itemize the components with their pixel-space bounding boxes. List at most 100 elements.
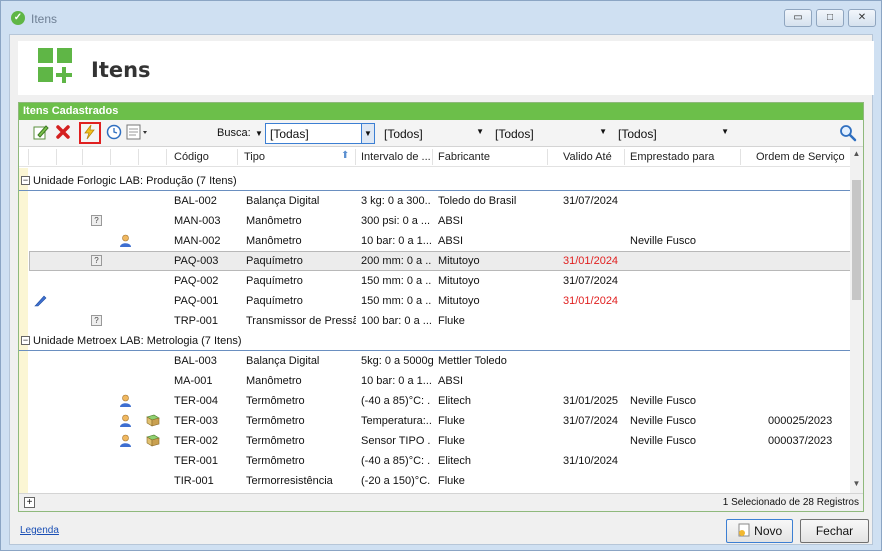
table-row[interactable]: BAL-002 Balança Digital 3 kg: 0 a 300...… <box>19 191 854 211</box>
delete-icon[interactable] <box>54 124 72 142</box>
cell-intervalo: (-40 a 85)°C: ... <box>361 395 431 407</box>
status-filter-select[interactable]: [Todos] ▼ <box>613 123 733 144</box>
cell-tipo: Termorresistência <box>246 475 333 487</box>
service-order-icon <box>146 414 160 427</box>
unknown-status-icon: ? <box>91 215 102 226</box>
expand-icon[interactable]: + <box>24 497 35 508</box>
column-header-valido[interactable]: Valido Até <box>563 151 612 163</box>
table-row[interactable]: ? TRP-001 Transmissor de Pressão 100 bar… <box>19 311 854 331</box>
scroll-down-icon[interactable]: ▼ <box>850 479 863 493</box>
report-menu-icon[interactable] <box>125 124 151 142</box>
column-header-os[interactable]: Ordem de Serviço <box>756 151 845 163</box>
cell-valido: 31/07/2024 <box>563 275 619 287</box>
chevron-down-icon[interactable]: ▼ <box>476 127 484 136</box>
user-loan-icon <box>119 234 132 247</box>
table-row-selected[interactable]: ? PAQ-003 Paquímetro 200 mm: 0 a ... Mit… <box>29 251 854 271</box>
unit-filter-select[interactable]: [Todas] ▼ <box>265 123 375 144</box>
collapse-icon[interactable]: − <box>21 336 30 345</box>
scroll-thumb[interactable] <box>852 180 861 300</box>
vertical-scrollbar[interactable]: ▲ ▼ <box>850 147 863 493</box>
collapse-icon[interactable]: − <box>21 176 30 185</box>
cell-intervalo: Temperatura:... <box>361 415 431 427</box>
cell-emprestado: Neville Fusco <box>630 395 697 407</box>
column-header-fabricante[interactable]: Fabricante <box>438 151 490 163</box>
lightning-icon[interactable] <box>79 122 101 144</box>
status-bar: + 1 Selecionado de 28 Registros <box>19 493 863 511</box>
table-row[interactable]: TER-003 Termômetro Temperatura:... Fluke… <box>19 411 854 431</box>
cell-tipo: Paquímetro <box>246 255 303 267</box>
legend-link[interactable]: Legenda <box>20 525 59 536</box>
manufacturer-filter-select[interactable]: [Todos] ▼ <box>490 123 611 144</box>
maximize-button[interactable]: □ <box>816 9 844 27</box>
cell-intervalo: 10 bar: 0 a 1... <box>361 375 431 387</box>
search-label: Busca: <box>217 127 251 139</box>
search-icon[interactable] <box>839 124 857 142</box>
cell-fabricante: Elitech <box>438 395 472 407</box>
table-row[interactable]: MAN-002 Manômetro 10 bar: 0 a 1... ABSI … <box>19 231 854 251</box>
service-order-icon <box>146 434 160 447</box>
cell-codigo: TER-002 <box>174 435 219 447</box>
table-row[interactable]: TIR-001 Termorresistência (-20 a 150)°C.… <box>19 471 854 491</box>
group-label: Unidade Metroex LAB: Metrologia (7 Itens… <box>33 335 242 347</box>
cell-tipo: Manômetro <box>246 215 302 227</box>
new-item-button[interactable]: Novo <box>726 519 793 543</box>
cell-fabricante: ABSI <box>438 215 464 227</box>
cell-fabricante: Mettler Toledo <box>438 355 507 367</box>
user-loan-icon <box>119 414 132 427</box>
table-row[interactable]: BAL-003 Balança Digital 5kg: 0 a 5000g M… <box>19 351 854 371</box>
close-button[interactable]: Fechar <box>800 519 869 543</box>
close-window-button[interactable]: ✕ <box>848 9 876 27</box>
search-mode-chevron-icon[interactable]: ▼ <box>255 129 263 138</box>
edit-icon[interactable] <box>32 124 50 142</box>
sort-up-icon: ⬆ <box>341 150 350 161</box>
cell-codigo: BAL-003 <box>174 355 217 367</box>
items-panel: Itens Cadastrados Busca: ▼ [Todas] ▼ [To… <box>18 102 864 512</box>
table-row[interactable]: TER-002 Termômetro Sensor TIPO ... Fluke… <box>19 431 854 451</box>
cell-tipo: Transmissor de Pressão <box>246 315 356 327</box>
manufacturer-filter-value: [Todos] <box>495 127 534 141</box>
cell-codigo: TER-001 <box>174 455 219 467</box>
cell-codigo: MA-001 <box>174 375 213 387</box>
title-bar[interactable]: ✓ Itens ▭ □ ✕ <box>1 1 881 35</box>
cell-os: 000025/2023 <box>768 415 833 427</box>
column-header-codigo[interactable]: Código <box>174 151 209 163</box>
cell-tipo: Termômetro <box>246 395 305 407</box>
minimize-button[interactable]: ▭ <box>784 9 812 27</box>
cell-intervalo: 3 kg: 0 a 300... <box>361 195 431 207</box>
group-row[interactable]: − Unidade Metroex LAB: Metrologia (7 Ite… <box>19 331 854 351</box>
cell-tipo: Termômetro <box>246 455 305 467</box>
grid-header: Código Tipo ⬆ Intervalo de ... Fabricant… <box>19 147 854 167</box>
cell-os: 000037/2023 <box>768 435 833 447</box>
table-row[interactable]: ? MAN-003 Manômetro 300 psi: 0 a ... ABS… <box>19 211 854 231</box>
cell-intervalo: 10 bar: 0 a 1... <box>361 235 431 247</box>
cell-fabricante: Fluke <box>438 475 465 487</box>
cell-tipo: Termômetro <box>246 435 305 447</box>
table-row[interactable]: PAQ-002 Paquímetro 150 mm: 0 a ... Mitut… <box>19 271 854 291</box>
cell-codigo: BAL-002 <box>174 195 217 207</box>
grid-body: − Unidade Forlogic LAB: Produção (7 Iten… <box>19 168 854 493</box>
status-filter-value: [Todos] <box>618 127 657 141</box>
cell-tipo: Manômetro <box>246 375 302 387</box>
chevron-down-icon[interactable]: ▼ <box>361 124 374 143</box>
page-header: Itens <box>18 41 874 95</box>
table-row[interactable]: TER-001 Termômetro (-40 a 85)°C: ... Eli… <box>19 451 854 471</box>
close-label: Fechar <box>815 524 854 538</box>
table-row[interactable]: PAQ-001 Paquímetro 150 mm: 0 a ... Mitut… <box>19 291 854 311</box>
group-row[interactable]: − Unidade Forlogic LAB: Produção (7 Iten… <box>19 171 854 191</box>
cell-valido: 31/07/2024 <box>563 195 619 207</box>
type-filter-select[interactable]: [Todos] ▼ <box>379 123 488 144</box>
column-header-emprestado[interactable]: Emprestado para <box>630 151 714 163</box>
cell-emprestado: Neville Fusco <box>630 435 697 447</box>
scroll-up-icon[interactable]: ▲ <box>850 149 863 163</box>
table-row[interactable]: TER-004 Termômetro (-40 a 85)°C: ... Eli… <box>19 391 854 411</box>
chevron-down-icon[interactable]: ▼ <box>599 127 607 136</box>
cell-valido-expired: 31/01/2024 <box>563 255 619 267</box>
cell-fabricante: ABSI <box>438 375 464 387</box>
chevron-down-icon[interactable]: ▼ <box>721 127 729 136</box>
column-header-tipo[interactable]: Tipo <box>244 151 265 163</box>
table-row[interactable]: MA-001 Manômetro 10 bar: 0 a 1... ABSI <box>19 371 854 391</box>
clock-icon[interactable] <box>105 124 123 142</box>
column-header-intervalo[interactable]: Intervalo de ... <box>361 151 431 163</box>
cell-tipo: Balança Digital <box>246 355 320 367</box>
unknown-status-icon: ? <box>91 315 102 326</box>
